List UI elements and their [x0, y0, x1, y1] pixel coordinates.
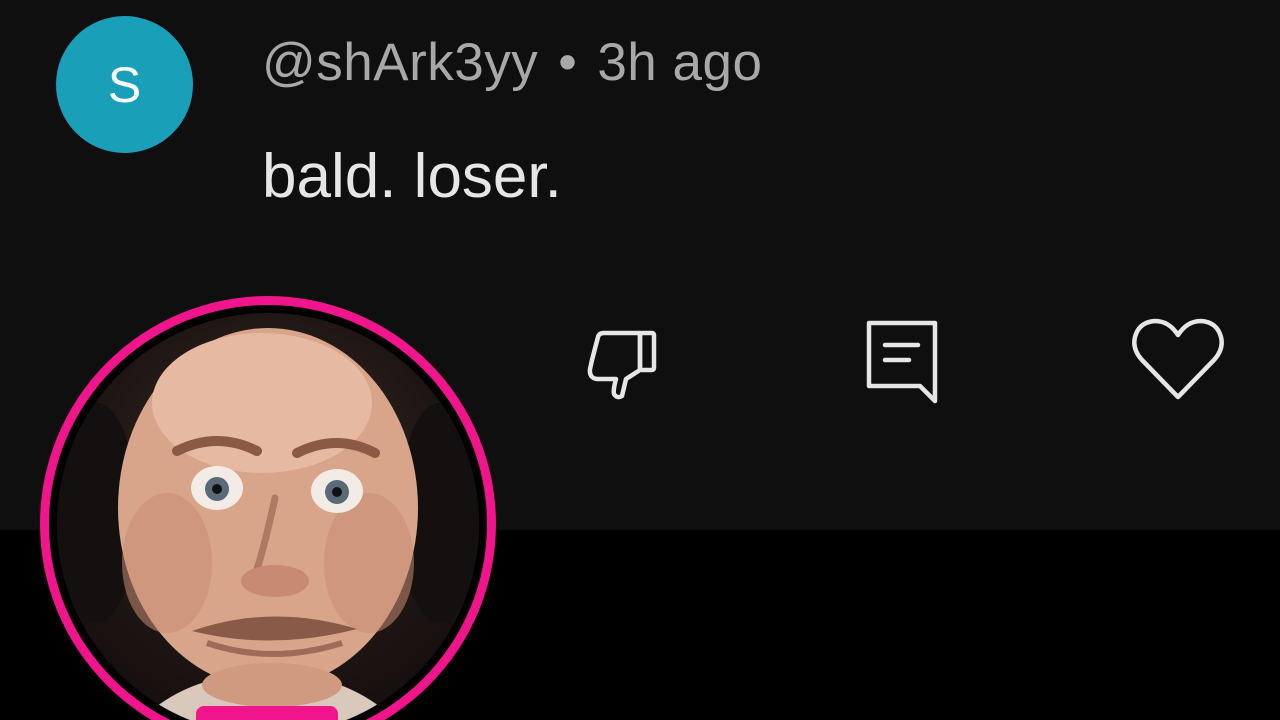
dislike-button[interactable]: [572, 312, 672, 412]
webcam-feed: [57, 313, 479, 720]
timestamp: 3h ago: [597, 33, 763, 92]
avatar-letter: S: [107, 56, 142, 113]
like-button[interactable]: [1128, 308, 1228, 408]
webcam-badge: [196, 706, 338, 720]
comment-icon: [866, 320, 938, 404]
reply-button[interactable]: [852, 310, 952, 410]
heart-icon: [1132, 318, 1224, 400]
meta-separator: •: [558, 33, 578, 92]
comment-text: bald. loser.: [262, 142, 562, 211]
webcam-inner: [49, 305, 487, 720]
page: S @shArk3yy • 3h ago bald. loser.: [0, 0, 1280, 720]
username[interactable]: @shArk3yy: [262, 33, 538, 92]
avatar[interactable]: S: [56, 16, 193, 153]
comment-meta: @shArk3yy • 3h ago: [262, 36, 762, 89]
streamer-face-image: [57, 328, 479, 720]
thumbs-down-icon: [587, 330, 657, 400]
